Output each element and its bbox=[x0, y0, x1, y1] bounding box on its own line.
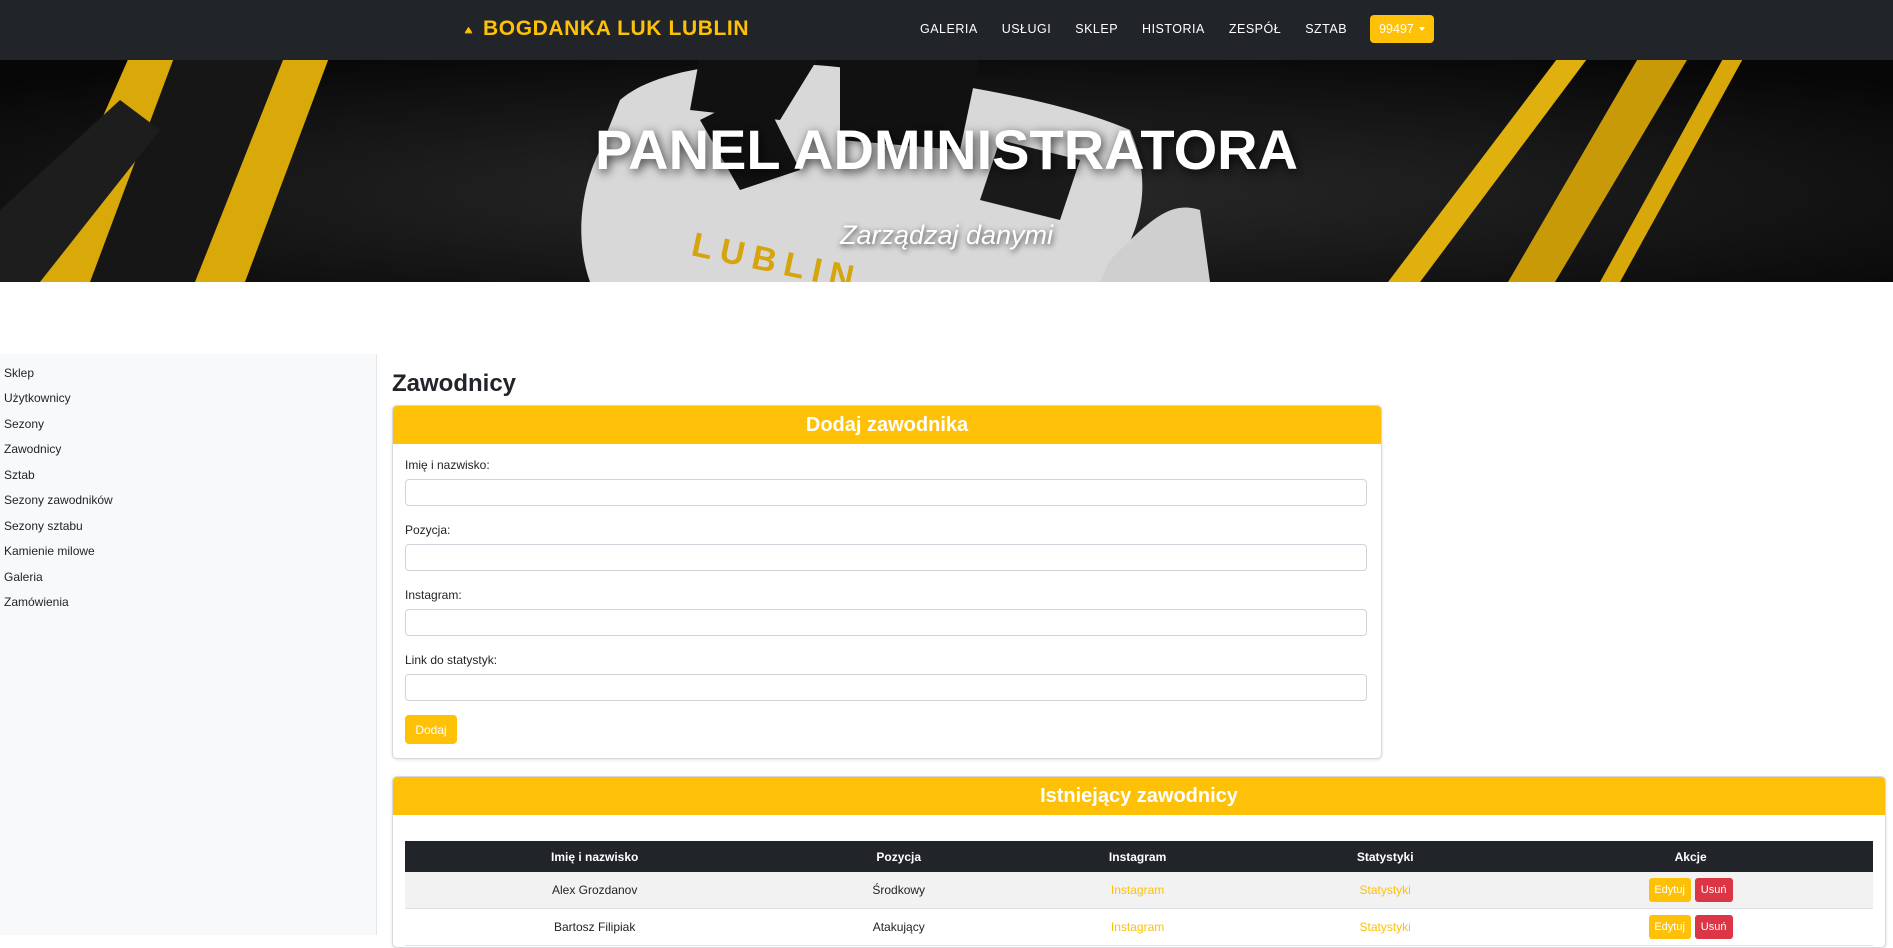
name-label: Imię i nazwisko: bbox=[405, 458, 490, 472]
stats-link[interactable]: Statystyki bbox=[1360, 883, 1411, 897]
nav-link-sztab[interactable]: SZTAB bbox=[1293, 22, 1359, 36]
player-position-cell: Środkowy bbox=[784, 872, 1014, 909]
edit-button[interactable]: Edytuj bbox=[1648, 915, 1691, 939]
admin-sidebar: Sklep Użytkownicy Sezony Zawodnicy Sztab… bbox=[0, 354, 377, 935]
column-header-name: Imię i nazwisko bbox=[405, 841, 785, 872]
players-table: Imię i nazwisko Pozycja Instagram Statys… bbox=[405, 841, 1873, 946]
delete-button[interactable]: Usuń bbox=[1694, 915, 1733, 939]
existing-players-card: Istniejący zawodnicy Imię i nazwisko Poz… bbox=[392, 776, 1886, 948]
navbar: BOGDANKA LUK LUBLIN GALERIA USŁUGI SKLEP… bbox=[0, 0, 1893, 60]
instagram-link[interactable]: Instagram bbox=[1111, 883, 1164, 897]
position-label: Pozycja: bbox=[405, 523, 451, 537]
sidebar-item-zawodnicy[interactable]: Zawodnicy bbox=[4, 442, 61, 456]
add-player-card-header: Dodaj zawodnika bbox=[393, 406, 1381, 444]
column-header-stats: Statystyki bbox=[1262, 841, 1509, 872]
row-actions: Edytuj Usuń bbox=[1648, 915, 1733, 939]
nav-link-sklep[interactable]: SKLEP bbox=[1063, 22, 1130, 36]
sidebar-item-sezony-sztabu[interactable]: Sezony sztabu bbox=[4, 519, 83, 533]
sidebar-item-sezony[interactable]: Sezony bbox=[4, 417, 44, 431]
user-dropdown-button[interactable]: 99497 bbox=[1370, 15, 1434, 43]
sidebar-item-uzytkownicy[interactable]: Użytkownicy bbox=[4, 391, 71, 405]
nav-link-uslugi[interactable]: USŁUGI bbox=[990, 22, 1064, 36]
nav-link-zespol[interactable]: ZESPÓŁ bbox=[1217, 22, 1293, 36]
brand-name: BOGDANKA LUK LUBLIN bbox=[483, 17, 750, 40]
column-header-position: Pozycja bbox=[784, 841, 1014, 872]
column-header-actions: Akcje bbox=[1508, 841, 1873, 872]
column-header-instagram: Instagram bbox=[1013, 841, 1263, 872]
existing-players-card-header: Istniejący zawodnicy bbox=[393, 777, 1885, 815]
position-input[interactable] bbox=[405, 544, 1367, 571]
page-subtitle: Zarządzaj danymi bbox=[839, 220, 1054, 250]
section-title: Zawodnicy bbox=[392, 370, 517, 397]
user-label: 99497 bbox=[1379, 22, 1414, 36]
player-name-cell: Bartosz Filipiak bbox=[405, 908, 785, 946]
stats-link[interactable]: Statystyki bbox=[1360, 920, 1411, 934]
brand-link[interactable]: BOGDANKA LUK LUBLIN bbox=[464, 14, 749, 44]
sidebar-item-zamowienia[interactable]: Zamówienia bbox=[4, 595, 69, 609]
sidebar-item-sztab[interactable]: Sztab bbox=[4, 468, 35, 482]
stats-link-input[interactable] bbox=[405, 674, 1367, 701]
stats-link-label: Link do statystyk: bbox=[405, 653, 498, 667]
instagram-link[interactable]: Instagram bbox=[1111, 920, 1164, 934]
add-player-card: Dodaj zawodnika Imię i nazwisko: Pozycja… bbox=[392, 405, 1382, 759]
ball-icon bbox=[464, 26, 473, 33]
table-header-row: Imię i nazwisko Pozycja Instagram Statys… bbox=[405, 841, 1873, 872]
player-name-cell: Alex Grozdanov bbox=[405, 872, 785, 909]
instagram-input[interactable] bbox=[405, 609, 1367, 636]
sidebar-item-galeria[interactable]: Galeria bbox=[4, 570, 43, 584]
edit-button[interactable]: Edytuj bbox=[1648, 878, 1691, 902]
instagram-label: Instagram: bbox=[405, 588, 462, 602]
sidebar-item-sezony-zawodnikow[interactable]: Sezony zawodników bbox=[4, 493, 113, 507]
sidebar-item-sklep[interactable]: Sklep bbox=[4, 366, 34, 380]
table-row: Bartosz Filipiak Atakujący Instagram Sta… bbox=[405, 908, 1873, 946]
name-input[interactable] bbox=[405, 479, 1367, 506]
page-title: PANEL ADMINISTRATORA bbox=[594, 118, 1299, 181]
sidebar-item-kamienie-milowe[interactable]: Kamienie milowe bbox=[4, 544, 95, 558]
nav-link-galeria[interactable]: GALERIA bbox=[908, 22, 990, 36]
add-player-button[interactable]: Dodaj bbox=[405, 715, 457, 744]
row-actions: Edytuj Usuń bbox=[1648, 878, 1733, 902]
nav-links: GALERIA USŁUGI SKLEP HISTORIA ZESPÓŁ SZT… bbox=[908, 14, 1420, 44]
delete-button[interactable]: Usuń bbox=[1694, 878, 1733, 902]
table-row: Alex Grozdanov Środkowy Instagram Statys… bbox=[405, 872, 1873, 909]
player-position-cell: Atakujący bbox=[784, 908, 1014, 946]
caret-down-icon bbox=[1418, 27, 1425, 31]
hero-banner: LUBLIN PANEL ADMINISTRATORA Zarządzaj da… bbox=[0, 60, 1893, 282]
nav-link-historia[interactable]: HISTORIA bbox=[1130, 22, 1217, 36]
